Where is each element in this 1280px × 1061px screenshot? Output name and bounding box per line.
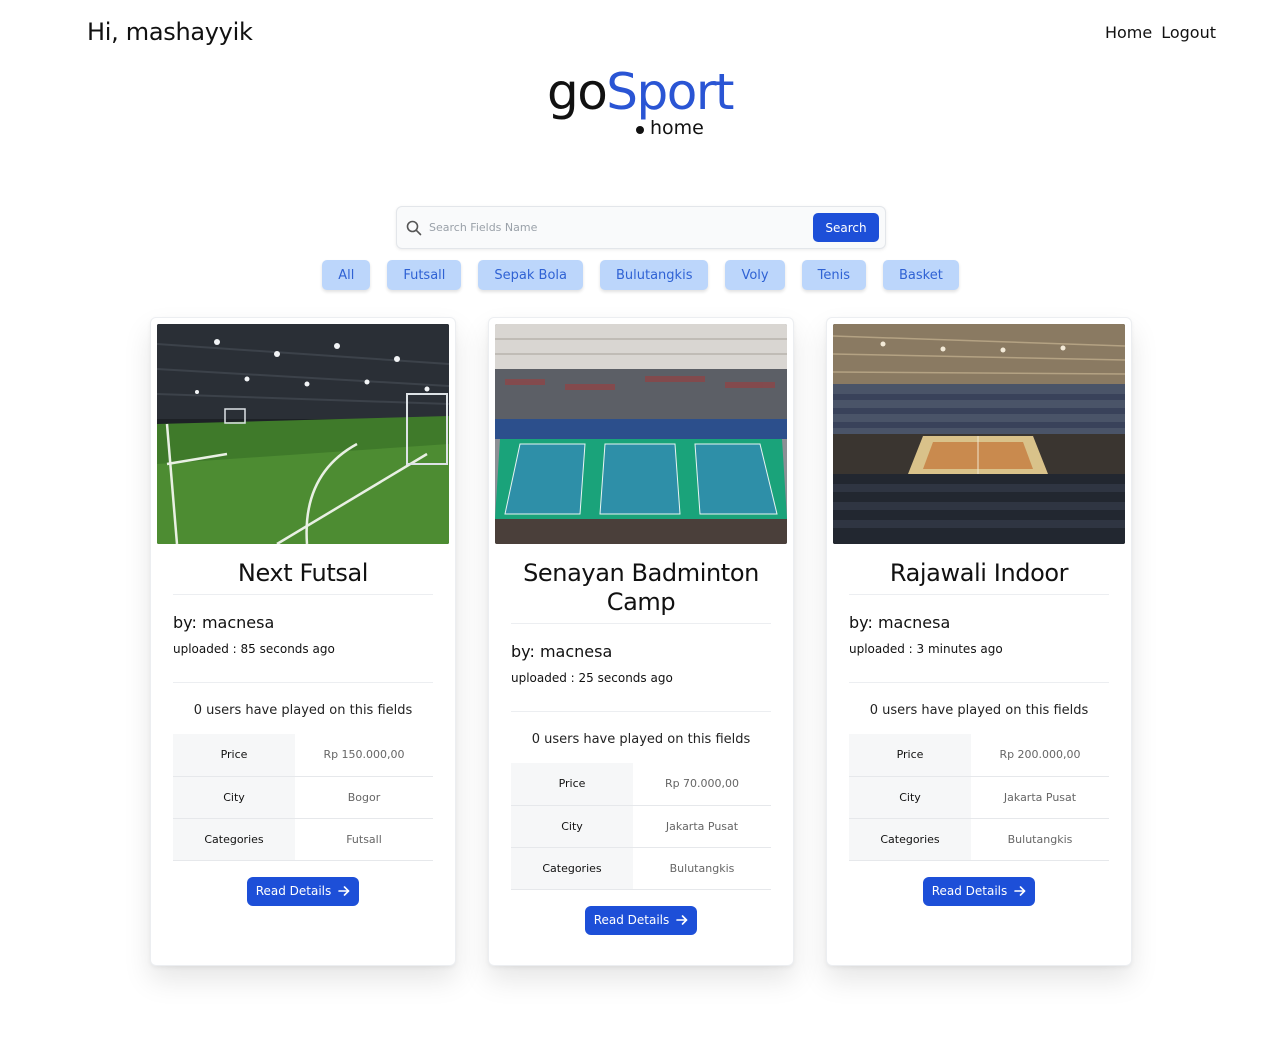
read-details-label: Read Details	[931, 884, 1008, 898]
read-details-button[interactable]: Read Details	[246, 876, 360, 906]
table-row: Price Rp 200.000,00	[849, 734, 1109, 777]
table-row: City Bogor	[173, 776, 433, 819]
table-label: Categories	[849, 818, 971, 861]
logo-subtitle: home	[636, 117, 704, 139]
field-card: Next Futsal by: macnesa uploaded : 85 se…	[150, 317, 456, 966]
table-value: Futsall	[295, 818, 433, 861]
table-row: Categories Bulutangkis	[849, 818, 1109, 861]
card-title: Rajawali Indoor	[849, 544, 1109, 595]
bullet-dot-icon	[636, 126, 644, 134]
table-row: Categories Bulutangkis	[511, 847, 771, 890]
card-uploaded-time: uploaded : 85 seconds ago	[173, 642, 335, 656]
nav-home-link[interactable]: Home	[1105, 23, 1152, 42]
table-value: Rp 150.000,00	[295, 734, 433, 777]
nav-logout-link[interactable]: Logout	[1161, 23, 1216, 42]
card-played-count: 0 users have played on this fields	[869, 703, 1089, 718]
table-label: City	[173, 776, 295, 819]
card-played-count: 0 users have played on this fields	[531, 732, 751, 747]
field-card: Rajawali Indoor by: macnesa uploaded : 3…	[826, 317, 1132, 966]
category-chip-futsall[interactable]: Futsall	[387, 260, 462, 290]
category-chip-bulutangkis[interactable]: Bulutangkis	[599, 260, 709, 290]
logo-sport: Sport	[606, 63, 734, 121]
table-label: Price	[173, 734, 295, 777]
field-photo-indoor-arena	[833, 324, 1125, 544]
table-label: Categories	[173, 818, 295, 861]
card-info-table: Price Rp 200.000,00 City Jakarta Pusat Cat…	[849, 734, 1109, 861]
table-value: Rp 70.000,00	[633, 763, 771, 806]
search-bar: Search	[396, 206, 886, 249]
search-icon	[406, 220, 422, 236]
field-card: Senayan Badminton Camp by: macnesa uploa…	[488, 317, 794, 966]
read-details-label: Read Details	[255, 884, 332, 898]
table-row: Price Rp 150.000,00	[173, 734, 433, 777]
table-label: Price	[849, 734, 971, 777]
table-value: Bogor	[295, 776, 433, 819]
category-chip-basket[interactable]: Basket	[882, 260, 959, 290]
site-logo: goSport home	[0, 62, 1280, 139]
category-chip-voly[interactable]: Voly	[725, 260, 785, 290]
category-filter: All Futsall Sepak Bola Bulutangkis Voly …	[0, 260, 1280, 290]
card-author: by: macnesa	[511, 642, 613, 661]
table-row: City Jakarta Pusat	[849, 776, 1109, 819]
card-played-count: 0 users have played on this fields	[193, 703, 413, 718]
card-author: by: macnesa	[849, 613, 951, 632]
table-row: Price Rp 70.000,00	[511, 763, 771, 806]
table-value: Jakarta Pusat	[971, 776, 1109, 819]
table-value: Bulutangkis	[633, 847, 771, 890]
logo-subtitle-text: home	[650, 117, 704, 139]
logo-go: go	[546, 63, 608, 121]
table-label: Price	[511, 763, 633, 806]
table-value: Bulutangkis	[971, 818, 1109, 861]
table-value: Jakarta Pusat	[633, 805, 771, 848]
category-chip-all[interactable]: All	[322, 260, 371, 290]
card-title: Next Futsal	[173, 544, 433, 595]
arrow-right-icon	[338, 885, 350, 897]
arrow-right-icon	[1014, 885, 1026, 897]
table-label: City	[849, 776, 971, 819]
read-details-button[interactable]: Read Details	[922, 876, 1036, 906]
greeting: Hi, mashayyik	[87, 18, 253, 46]
table-row: City Jakarta Pusat	[511, 805, 771, 848]
field-photo-badminton-arena	[495, 324, 787, 544]
table-row: Categories Futsall	[173, 818, 433, 861]
category-chip-sepak-bola[interactable]: Sepak Bola	[478, 260, 583, 290]
read-details-label: Read Details	[593, 913, 670, 927]
search-input[interactable]	[422, 221, 813, 234]
table-label: Categories	[511, 847, 633, 890]
field-photo-futsal-court	[157, 324, 449, 544]
read-details-button[interactable]: Read Details	[584, 905, 698, 935]
card-title: Senayan Badminton Camp	[511, 544, 771, 624]
arrow-right-icon	[676, 914, 688, 926]
table-value: Rp 200.000,00	[971, 734, 1109, 777]
search-button[interactable]: Search	[813, 213, 879, 242]
card-author: by: macnesa	[173, 613, 275, 632]
card-info-table: Price Rp 70.000,00 City Jakarta Pusat Cate…	[511, 763, 771, 890]
card-uploaded-time: uploaded : 3 minutes ago	[849, 642, 1003, 656]
card-info-table: Price Rp 150.000,00 City Bogor Categories F…	[173, 734, 433, 861]
top-nav: Home Logout	[1105, 23, 1216, 42]
category-chip-tenis[interactable]: Tenis	[801, 260, 866, 290]
table-label: City	[511, 805, 633, 848]
card-uploaded-time: uploaded : 25 seconds ago	[511, 671, 673, 685]
